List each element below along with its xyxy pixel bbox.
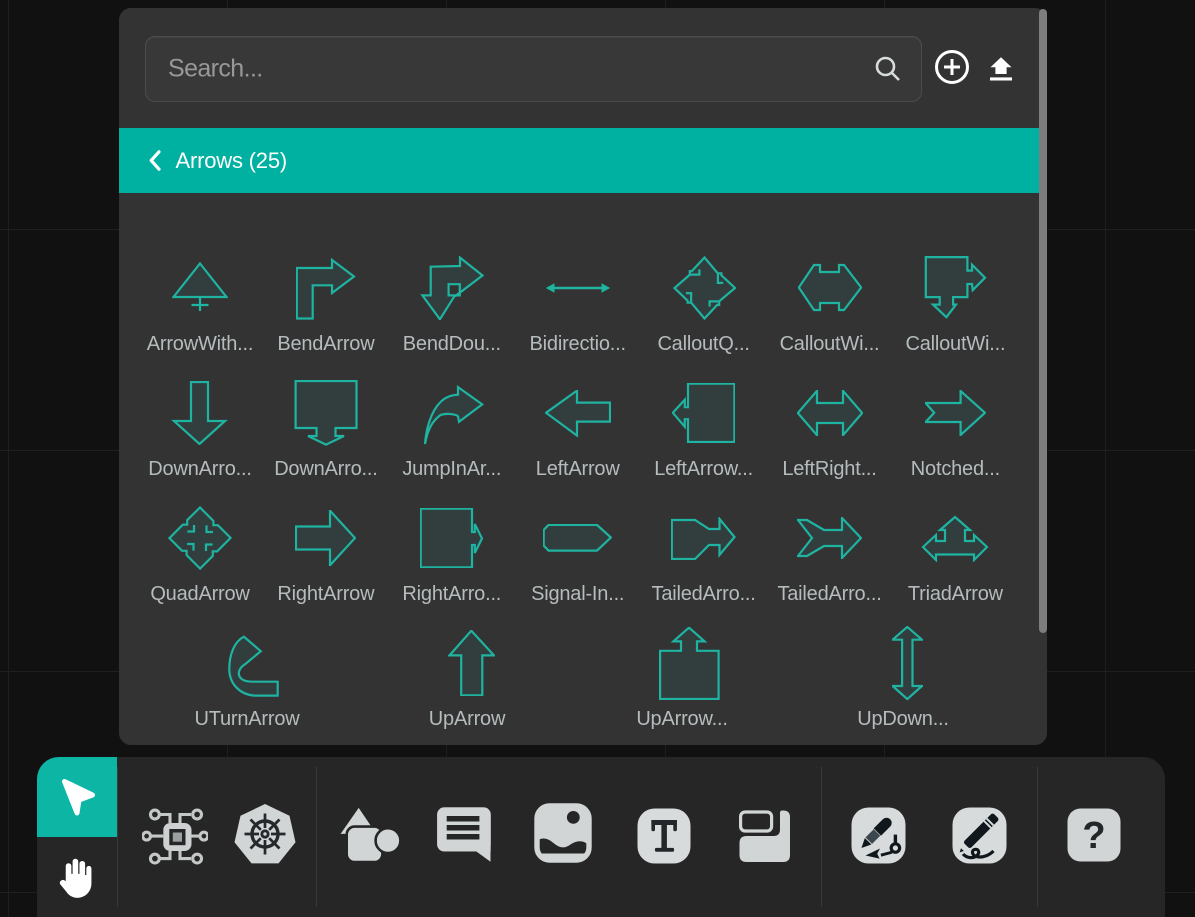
- svg-text:?: ?: [1082, 815, 1105, 857]
